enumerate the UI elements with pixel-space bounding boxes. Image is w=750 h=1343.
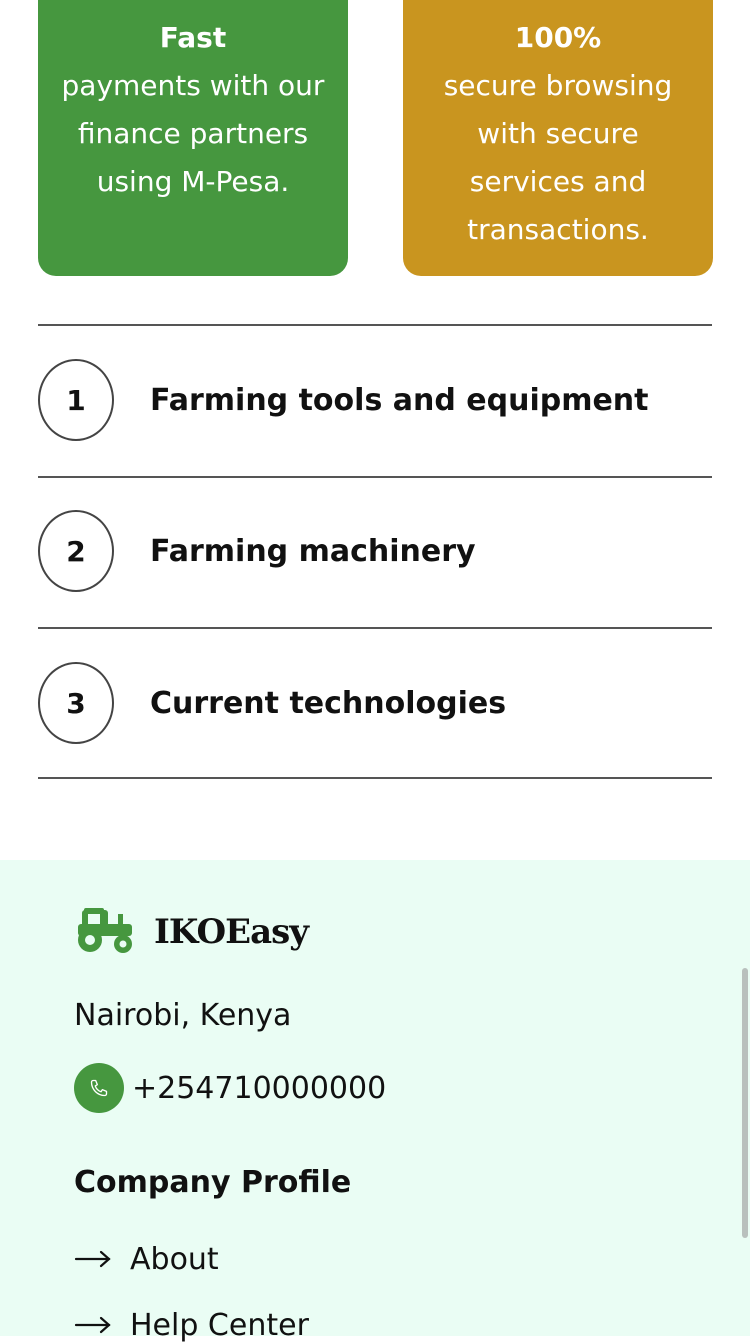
feature-item: 1 Farming tools and equipment xyxy=(38,326,712,476)
arrow-right-icon xyxy=(74,1242,112,1277)
feature-number: 3 xyxy=(38,662,114,744)
fast-payments-card: Fast payments with our finance partners … xyxy=(38,0,348,276)
brand-logo[interactable]: IKOEasy xyxy=(74,906,309,958)
footer-link-label: Help Center xyxy=(130,1308,309,1343)
phone-icon xyxy=(74,1063,124,1113)
phone-contact[interactable]: +254710000000 xyxy=(74,1063,386,1113)
feature-number: 1 xyxy=(38,359,114,441)
footer-link-label: About xyxy=(130,1242,219,1277)
card-text: payments with our finance partners using… xyxy=(61,69,325,198)
feature-item: 3 Current technologies xyxy=(38,629,712,779)
arrow-right-icon xyxy=(74,1308,112,1343)
company-profile-heading: Company Profile xyxy=(74,1165,352,1200)
feature-item: 2 Farming machinery xyxy=(38,478,712,628)
footer: IKOEasy Nairobi, Kenya +254710000000 Com… xyxy=(0,860,750,1343)
footer-link-help-center[interactable]: Help Center xyxy=(74,1308,309,1343)
tractor-icon xyxy=(74,906,134,958)
feature-number: 2 xyxy=(38,510,114,592)
card-title: Fast xyxy=(159,21,227,54)
brand-name: IKOEasy xyxy=(154,912,309,952)
address-text: Nairobi, Kenya xyxy=(74,998,292,1033)
footer-link-about[interactable]: About xyxy=(74,1242,219,1277)
feature-label: Farming machinery xyxy=(150,534,476,569)
feature-label: Farming tools and equipment xyxy=(150,383,649,418)
scrollbar[interactable] xyxy=(742,968,748,1238)
card-text: secure browsing with secure services and… xyxy=(443,69,673,246)
feature-label: Current technologies xyxy=(150,686,507,721)
card-title: 100% xyxy=(514,21,602,54)
secure-browsing-card: 100% secure browsing with secure service… xyxy=(403,0,713,276)
divider xyxy=(38,777,712,779)
phone-number: +254710000000 xyxy=(132,1070,387,1106)
